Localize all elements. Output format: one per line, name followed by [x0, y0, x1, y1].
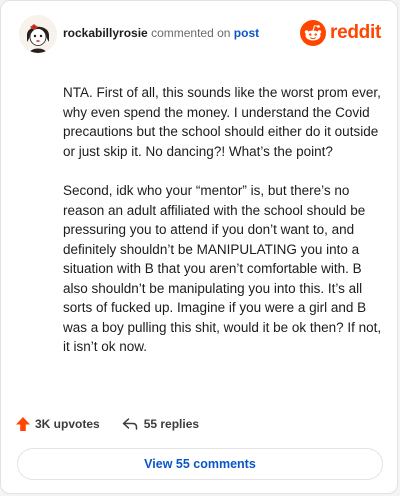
- reply-arrow-icon: [122, 418, 137, 430]
- view-comments-button[interactable]: View 55 comments: [17, 448, 383, 480]
- reddit-logo[interactable]: reddit: [300, 19, 381, 47]
- user-avatar[interactable]: [19, 15, 57, 53]
- comment-meta: rockabillyrosie commented on post: [63, 26, 259, 40]
- reddit-wordmark: reddit: [330, 22, 381, 43]
- reply-button[interactable]: 55 replies: [122, 417, 199, 431]
- post-link[interactable]: post: [234, 26, 259, 40]
- comment-body: NTA. First of all, this sounds like the …: [63, 83, 388, 377]
- comment-header: rockabillyrosie commented on post reddit: [19, 15, 381, 55]
- upvote-count: 3K upvotes: [35, 417, 100, 431]
- comment-paragraph-2: Second, idk who your “mentor” is, but th…: [63, 183, 382, 354]
- comment-card: rockabillyrosie commented on post reddit…: [0, 0, 398, 494]
- upvote-arrow-icon: [16, 417, 30, 431]
- upvote-button[interactable]: 3K upvotes: [15, 416, 100, 432]
- reply-count: 55 replies: [143, 417, 200, 431]
- reddit-snoo-icon: [300, 20, 327, 46]
- comment-actions: 3K upvotes 55 replies: [15, 413, 199, 435]
- action-text: commented on: [151, 26, 231, 40]
- avatar-icon: [19, 15, 57, 53]
- username-link[interactable]: rockabillyrosie: [63, 26, 148, 40]
- comment-paragraph-1: NTA. First of all, this sounds like the …: [63, 85, 381, 159]
